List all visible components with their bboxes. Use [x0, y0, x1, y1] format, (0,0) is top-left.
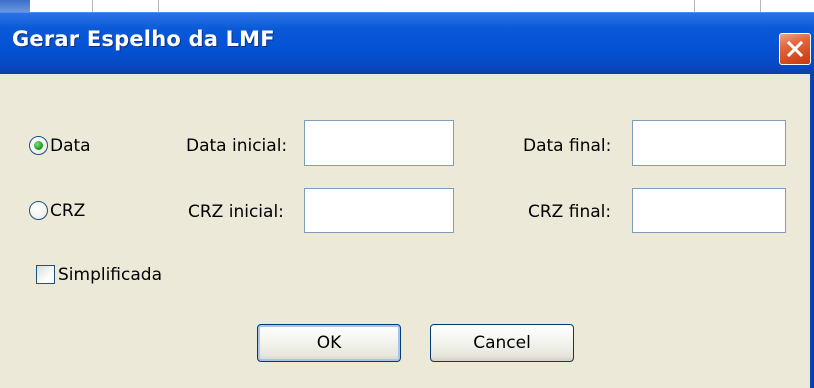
radio-data[interactable]	[29, 136, 48, 155]
ok-button[interactable]: OK	[257, 324, 401, 362]
dialog-body: Data Data inicial: Data final: CRZ CRZ i…	[0, 74, 810, 388]
radio-data-label: Data	[50, 136, 91, 156]
data-inicial-input[interactable]	[304, 120, 454, 166]
data-final-input[interactable]	[632, 120, 786, 166]
radio-crz[interactable]	[29, 201, 48, 220]
background-divider	[694, 0, 695, 12]
background-divider	[760, 0, 761, 12]
crz-final-label: CRZ final:	[528, 202, 612, 222]
dialog-titlebar: Gerar Espelho da LMF	[0, 12, 814, 74]
radio-crz-label: CRZ	[50, 201, 86, 221]
dialog-title: Gerar Espelho da LMF	[12, 27, 275, 51]
simplificada-label: Simplificada	[58, 265, 162, 285]
simplificada-checkbox[interactable]	[36, 265, 55, 284]
close-icon	[786, 40, 804, 58]
background-divider	[92, 0, 93, 12]
radio-selected-dot	[34, 141, 43, 150]
data-final-label: Data final:	[523, 136, 612, 156]
background-divider	[158, 0, 159, 12]
close-button[interactable]	[779, 33, 811, 65]
data-inicial-label: Data inicial:	[186, 136, 288, 156]
crz-inicial-label: CRZ inicial:	[188, 202, 284, 222]
background-window-fragment	[0, 0, 30, 12]
background-window-strip	[0, 0, 814, 12]
cancel-button[interactable]: Cancel	[430, 324, 574, 362]
crz-final-input[interactable]	[632, 188, 786, 233]
window-border	[810, 74, 814, 388]
crz-inicial-input[interactable]	[304, 188, 454, 233]
